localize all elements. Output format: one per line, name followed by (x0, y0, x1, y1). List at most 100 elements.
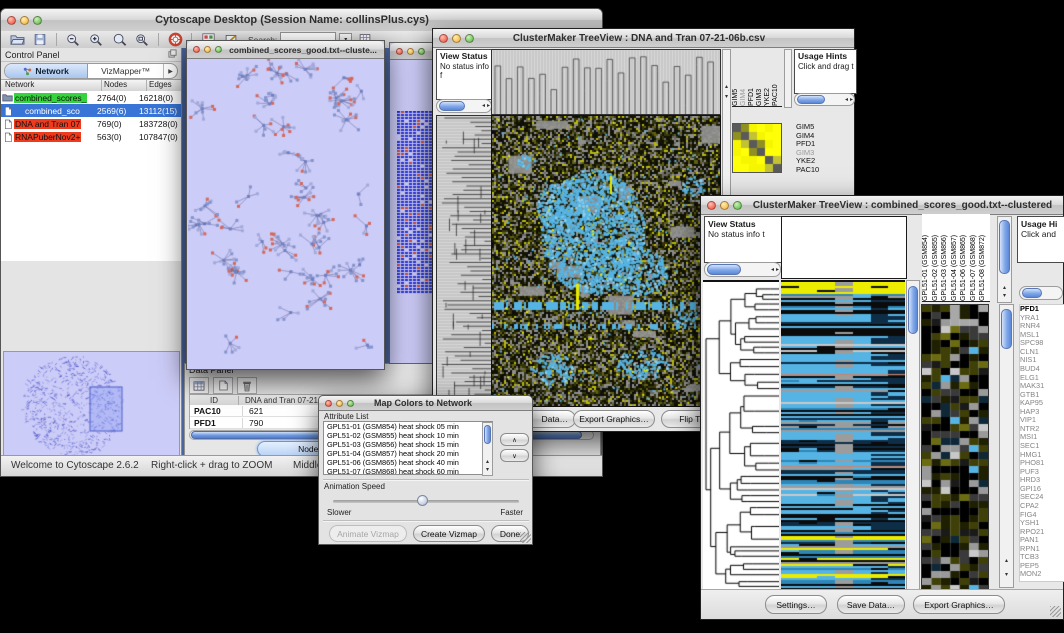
gene-label[interactable]: PUF3 (1020, 468, 1064, 477)
vscroll-thumb[interactable] (999, 220, 1010, 274)
open-session-button[interactable] (7, 32, 27, 47)
tab-network[interactable]: Network (5, 64, 88, 78)
close-button[interactable] (396, 48, 403, 55)
move-down-button[interactable]: ∨ (500, 449, 529, 462)
attribute-list-item[interactable]: GPL51-01 (GSM854) heat shock 05 min (327, 423, 480, 432)
gene-label[interactable]: MSI1 (1020, 433, 1064, 442)
create-vizmap-button[interactable]: Create Vizmap (413, 525, 485, 542)
usage-hscrollbar[interactable] (1019, 286, 1063, 300)
network-list-row[interactable]: combined_sco 2569(6) 13112(15) (1, 104, 181, 117)
minimize-button[interactable] (20, 16, 29, 25)
gene-label[interactable]: TCB3 (1020, 553, 1064, 562)
column-label[interactable]: GPL51-08 (GSM872) (979, 214, 989, 301)
gene-label[interactable]: PFD1 (796, 140, 852, 149)
gene-label[interactable]: PHO81 (1020, 459, 1064, 468)
gene-label[interactable]: PEP5 (1020, 562, 1064, 571)
gene-label[interactable]: SEC1 (1020, 442, 1064, 451)
gene-label[interactable]: GTB1 (1020, 391, 1064, 400)
resize-grip[interactable] (1050, 606, 1061, 617)
network-view-canvas[interactable] (188, 59, 383, 368)
save-data-button[interactable]: Save Data… (837, 595, 905, 614)
usage-hscrollbar[interactable]: ◂▸ (794, 93, 855, 106)
gene-label[interactable]: MAK31 (1020, 382, 1064, 391)
close-button[interactable] (193, 46, 200, 53)
gene-label[interactable]: GIM3 (796, 149, 852, 158)
zoom-button[interactable] (418, 48, 425, 55)
row-dendrogram-canvas-2[interactable] (703, 280, 779, 592)
zoom-in-icon[interactable] (86, 32, 106, 47)
float-panel-icon[interactable] (168, 49, 177, 60)
attribute-list-item[interactable]: GPL51-06 (GSM865) heat shock 40 min (327, 459, 480, 468)
network-overview-canvas[interactable] (3, 351, 180, 458)
column-dendrogram-canvas[interactable] (491, 49, 721, 115)
close-button[interactable] (7, 16, 16, 25)
settings-button[interactable]: Settings… (765, 595, 827, 614)
gene-label[interactable]: RPO21 (1020, 528, 1064, 537)
network-list-row[interactable]: combined_scores_ 2764(0) 16218(0) (1, 91, 181, 104)
gene-label[interactable]: YKE2 (796, 157, 852, 166)
gene-label[interactable]: RNR4 (1020, 322, 1064, 331)
move-up-button[interactable]: ∧ (500, 433, 529, 446)
delete-attribute-icon[interactable] (237, 377, 257, 394)
column-label[interactable]: GPL51-04 (GSM857) (951, 214, 961, 301)
gene-label[interactable]: YSH1 (1020, 519, 1064, 528)
tab-overflow-button[interactable]: ▶ (163, 64, 177, 78)
treeview2-hscrollbar[interactable]: ◂▸ (704, 262, 781, 277)
column-label[interactable]: GIM3 (756, 49, 764, 106)
dialog-titlebar[interactable]: Map Colors to Network (319, 396, 532, 411)
grid-network-canvas[interactable] (397, 111, 437, 295)
gene-label[interactable]: YRA1 (1020, 314, 1064, 323)
gene-label[interactable]: SEC24 (1020, 493, 1064, 502)
attribute-list-item[interactable]: GPL51-07 (GSM868) heat shock 60 min (327, 468, 480, 475)
column-label[interactable]: GPL51-01 (GSM854) (922, 214, 932, 301)
column-label[interactable]: GPL51-07 (GSM868) (970, 214, 980, 301)
column-label[interactable]: PFD1 (748, 49, 756, 106)
zoom-heatmap-canvas[interactable] (921, 304, 989, 592)
network-list-row[interactable]: DNA and Tran 07 769(0) 183728(0) (1, 117, 181, 130)
zoom-button[interactable] (215, 46, 222, 53)
column-label[interactable]: GPL51-02 (GSM855) (932, 214, 942, 301)
attribute-list-item[interactable]: GPL51-03 (GSM856) heat shock 15 min (327, 441, 480, 450)
column-label-scrollbar[interactable]: ▴▾ (997, 216, 1012, 303)
attribute-list-scrollbar[interactable]: ▴▾ (482, 422, 493, 476)
zoom-fit-icon[interactable] (132, 32, 152, 47)
hscroll-thumb[interactable] (707, 264, 741, 274)
resize-grip[interactable] (520, 532, 531, 543)
zoom-out-icon[interactable] (63, 32, 83, 47)
heatmap-canvas[interactable] (491, 115, 721, 407)
gene-label[interactable]: HAP3 (1020, 408, 1064, 417)
column-label[interactable]: GPL51-03 (GSM856) (941, 214, 951, 301)
gene-label[interactable]: MSL1 (1020, 331, 1064, 340)
save-session-button[interactable] (30, 32, 50, 47)
correlation-matrix-canvas[interactable] (732, 123, 782, 173)
hscroll-thumb[interactable] (797, 95, 825, 104)
zoom-button[interactable] (33, 16, 42, 25)
gene-label[interactable]: NTR2 (1020, 425, 1064, 434)
hscroll-thumb[interactable] (439, 101, 465, 110)
column-label[interactable]: GIM4 (740, 49, 748, 106)
vscroll-thumb[interactable] (908, 286, 918, 334)
new-attribute-icon[interactable] (213, 377, 233, 394)
vscroll-thumb[interactable] (1001, 309, 1012, 349)
vscroll-thumb[interactable] (484, 425, 491, 444)
gene-label[interactable]: VIP1 (1020, 416, 1064, 425)
gene-label[interactable]: FIG4 (1020, 511, 1064, 520)
gene-label[interactable]: NIS1 (1020, 356, 1064, 365)
network-window-titlebar[interactable]: combined_scores_good.txt--cluste... (187, 41, 384, 59)
close-button[interactable] (325, 400, 332, 407)
row-dendrogram-canvas[interactable] (436, 115, 492, 407)
minimize-button[interactable] (407, 48, 414, 55)
gene-label[interactable]: PFD1 (1020, 305, 1064, 314)
export-graphics-button[interactable]: Export Graphics… (573, 410, 655, 428)
gene-label[interactable]: GIM4 (796, 132, 852, 141)
close-button[interactable] (439, 34, 448, 43)
hscroll-thumb[interactable] (1022, 288, 1042, 297)
export-graphics-button[interactable]: Export Graphics… (913, 595, 1005, 614)
top-dendrogram-area[interactable] (781, 216, 907, 279)
tab-vizmapper[interactable]: VizMapper™ (88, 64, 163, 78)
treeview1-titlebar[interactable]: ClusterMaker TreeView : DNA and Tran 07-… (433, 29, 854, 48)
zoom-button[interactable] (465, 34, 474, 43)
gene-label[interactable]: GIM5 (796, 123, 852, 132)
gene-label[interactable]: SPC98 (1020, 339, 1064, 348)
gene-label[interactable]: PAC10 (796, 166, 852, 175)
